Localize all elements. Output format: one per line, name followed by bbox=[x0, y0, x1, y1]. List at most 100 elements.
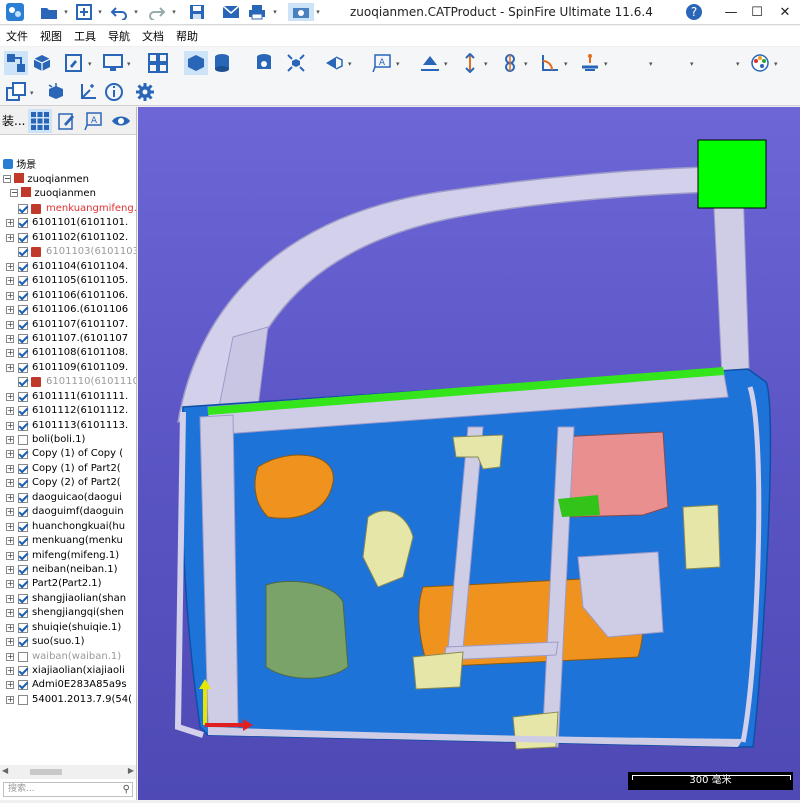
chevron-down-icon[interactable]: ▾ bbox=[524, 60, 528, 68]
chevron-down-icon[interactable]: ▾ bbox=[95, 3, 105, 21]
grid-view-icon[interactable] bbox=[28, 108, 52, 133]
expand-icon[interactable]: + bbox=[6, 537, 14, 546]
door-model[interactable] bbox=[138, 107, 800, 800]
measure-radius-icon[interactable] bbox=[498, 51, 522, 75]
visibility-checkbox[interactable] bbox=[18, 536, 28, 547]
expand-icon[interactable]: + bbox=[6, 667, 14, 675]
expand-icon[interactable]: + bbox=[6, 652, 14, 661]
expand-icon[interactable]: + bbox=[6, 407, 14, 416]
new-icon[interactable] bbox=[73, 3, 95, 21]
measure-flat-icon[interactable] bbox=[418, 51, 442, 75]
color-palette-icon[interactable] bbox=[748, 51, 772, 75]
menu-navigate[interactable]: 导航 bbox=[102, 26, 136, 46]
visibility-checkbox[interactable] bbox=[18, 218, 28, 229]
visibility-checkbox[interactable] bbox=[18, 204, 28, 214]
chevron-down-icon[interactable]: ▾ bbox=[127, 60, 131, 68]
tree-item[interactable]: +6101113(6101113. bbox=[0, 419, 136, 433]
chevron-down-icon[interactable]: ▾ bbox=[604, 60, 608, 68]
visibility-checkbox[interactable] bbox=[18, 680, 28, 691]
expand-icon[interactable]: + bbox=[6, 262, 14, 271]
visibility-checkbox[interactable] bbox=[18, 694, 28, 705]
visibility-checkbox[interactable] bbox=[18, 593, 28, 604]
visibility-checkbox[interactable] bbox=[18, 406, 28, 417]
chevron-down-icon[interactable]: ▾ bbox=[30, 89, 34, 97]
expand-icon[interactable]: + bbox=[6, 219, 14, 228]
maximize-icon[interactable]: ☐ bbox=[744, 2, 770, 22]
expand-icon[interactable]: + bbox=[6, 306, 14, 315]
markup-icon[interactable] bbox=[62, 51, 86, 75]
tree-item[interactable]: +6101101(6101101. bbox=[0, 216, 136, 230]
tree-item[interactable]: + huanchongkuai(hu bbox=[0, 520, 136, 534]
visibility-checkbox[interactable] bbox=[18, 478, 28, 489]
visibility-checkbox[interactable] bbox=[18, 333, 28, 344]
tree-item[interactable]: +6101107(6101107. bbox=[0, 318, 136, 332]
visibility-checkbox[interactable] bbox=[18, 305, 28, 316]
visibility-checkbox[interactable] bbox=[18, 579, 28, 590]
section-icon[interactable] bbox=[322, 51, 346, 75]
chevron-down-icon[interactable]: ▾ bbox=[690, 60, 694, 68]
expand-icon[interactable]: + bbox=[6, 522, 14, 531]
tree-item[interactable]: + Admi0E283A85a9s bbox=[0, 678, 136, 692]
expand-icon[interactable]: + bbox=[6, 594, 14, 603]
expand-icon[interactable]: + bbox=[6, 277, 14, 286]
expand-icon[interactable]: + bbox=[6, 638, 14, 647]
chevron-down-icon[interactable]: ▾ bbox=[649, 60, 653, 68]
visibility-checkbox[interactable] bbox=[18, 637, 28, 648]
visibility-checkbox[interactable] bbox=[18, 362, 28, 373]
redo-icon[interactable] bbox=[146, 3, 168, 21]
minimize-icon[interactable]: — bbox=[718, 2, 744, 22]
tree-item[interactable]: menkuangmifeng. bbox=[0, 202, 136, 216]
chevron-down-icon[interactable]: ▾ bbox=[348, 60, 352, 68]
expand-icon[interactable]: + bbox=[6, 580, 14, 589]
chevron-down-icon[interactable]: ▾ bbox=[484, 60, 488, 68]
measure-mass-icon[interactable] bbox=[578, 51, 602, 75]
tree-item[interactable]: +6101102(6101102. bbox=[0, 231, 136, 245]
tree-item[interactable]: + boli(boli.1) bbox=[0, 433, 136, 447]
menu-file[interactable]: 文件 bbox=[0, 26, 34, 46]
visibility-checkbox[interactable] bbox=[18, 651, 28, 662]
tree-item[interactable]: + shangjiaolian(shan bbox=[0, 592, 136, 606]
expand-icon[interactable]: + bbox=[6, 681, 14, 690]
tree-item[interactable]: +6101108(6101108. bbox=[0, 346, 136, 360]
tree-item[interactable]: + mifeng(mifeng.1) bbox=[0, 549, 136, 563]
visibility-checkbox[interactable] bbox=[18, 435, 28, 445]
chevron-down-icon[interactable]: ▾ bbox=[169, 3, 179, 21]
expand-icon[interactable]: + bbox=[6, 421, 14, 430]
tree-item[interactable]: + menkuang(menku bbox=[0, 534, 136, 548]
tree-item[interactable]: +6101106.(6101106 bbox=[0, 303, 136, 317]
chevron-down-icon[interactable]: ▾ bbox=[444, 60, 448, 68]
assembly-view-icon[interactable] bbox=[4, 51, 28, 75]
visibility-checkbox[interactable] bbox=[18, 348, 28, 359]
expand-icon[interactable]: + bbox=[6, 450, 14, 459]
tree-item[interactable]: +6101109(6101109. bbox=[0, 361, 136, 375]
visibility-checkbox[interactable] bbox=[18, 666, 28, 676]
tree-item[interactable]: +6101104(6101104. bbox=[0, 260, 136, 274]
undo-icon[interactable] bbox=[108, 3, 130, 21]
tree-item[interactable]: +6101106(6101106. bbox=[0, 289, 136, 303]
settings-cylinder-icon[interactable] bbox=[252, 51, 276, 75]
tree-item[interactable]: + Copy (2) of Part2( bbox=[0, 476, 136, 490]
visibility-checkbox[interactable] bbox=[18, 391, 28, 402]
layout-grid-icon[interactable] bbox=[146, 51, 170, 75]
chevron-down-icon[interactable]: ▾ bbox=[61, 3, 71, 21]
chevron-down-icon[interactable]: ▾ bbox=[396, 60, 400, 68]
tree-item[interactable]: + daoguicao(daogui bbox=[0, 491, 136, 505]
chevron-down-icon[interactable]: ▾ bbox=[270, 3, 280, 21]
expand-icon[interactable]: + bbox=[6, 609, 14, 618]
measure-distance-icon[interactable] bbox=[458, 51, 482, 75]
expand-icon[interactable]: + bbox=[6, 334, 14, 343]
visibility-checkbox[interactable] bbox=[18, 608, 28, 619]
cube-arrows-icon[interactable] bbox=[44, 80, 68, 104]
tree-item[interactable]: +6101112(6101112. bbox=[0, 404, 136, 418]
expand-icon[interactable]: + bbox=[6, 349, 14, 358]
tree-item[interactable]: +6101105(6101105. bbox=[0, 274, 136, 288]
expand-icon[interactable]: + bbox=[6, 493, 14, 502]
axes-icon[interactable] bbox=[76, 80, 100, 104]
info-icon[interactable] bbox=[102, 80, 126, 104]
menu-tools[interactable]: 工具 bbox=[68, 26, 102, 46]
cylinder-icon[interactable] bbox=[210, 51, 234, 75]
expand-icon[interactable]: + bbox=[6, 565, 14, 574]
print-icon[interactable] bbox=[246, 3, 268, 21]
visibility-checkbox[interactable] bbox=[18, 319, 28, 330]
tree-item[interactable]: + xiajiaolian(xiajiaoli bbox=[0, 664, 136, 678]
